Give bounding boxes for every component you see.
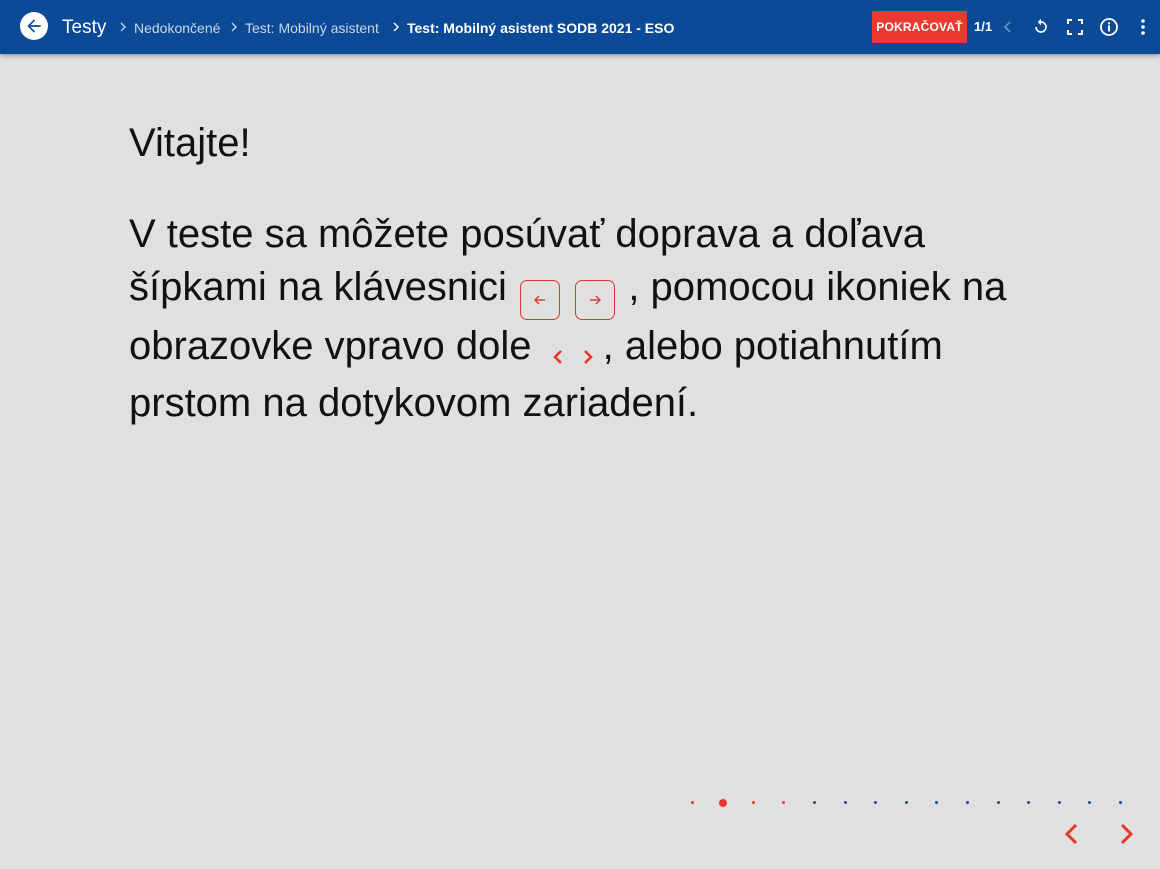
- breadcrumb-separator-icon: [231, 22, 237, 32]
- pagination-dot[interactable]: [843, 801, 847, 804]
- continue-button[interactable]: POKRAČOVAŤ: [872, 11, 967, 43]
- pagination-dot[interactable]: [718, 799, 727, 807]
- pagination-dot[interactable]: [1118, 801, 1122, 804]
- chevron-right-icon: [1120, 823, 1134, 845]
- slide-heading: Vitajte!: [129, 121, 251, 165]
- next-chevron-hint: [573, 337, 603, 377]
- chevron-left-icon: [1003, 21, 1011, 33]
- info-button[interactable]: [1098, 16, 1120, 38]
- pagination-dot[interactable]: [874, 801, 878, 804]
- back-button[interactable]: [20, 12, 48, 40]
- breadcrumb-separator-icon: [393, 22, 399, 32]
- pagination-dot[interactable]: [904, 801, 908, 804]
- next-slide-button[interactable]: [1112, 820, 1140, 848]
- pagination-dot[interactable]: [965, 801, 969, 804]
- more-vertical-icon: [1141, 19, 1145, 35]
- info-icon: [1100, 18, 1118, 36]
- top-bar: Testy Nedokončené Test: Mobilný asistent…: [0, 0, 1160, 54]
- more-options-button[interactable]: [1132, 16, 1154, 38]
- chevron-left-icon: [552, 349, 562, 364]
- slide-pagination: [680, 796, 1140, 810]
- breadcrumb-current: Test: Mobilný asistent SODB 2021 - ESO: [407, 20, 675, 36]
- previous-slide-button[interactable]: [1058, 820, 1086, 848]
- refresh-icon: [1035, 18, 1047, 33]
- pagination-dot[interactable]: [935, 801, 939, 804]
- restart-button[interactable]: [1030, 16, 1052, 38]
- arrow-left-icon: [534, 295, 546, 305]
- chevron-right-icon: [583, 349, 593, 364]
- pagination-dot[interactable]: [996, 801, 1000, 804]
- breadcrumb-unfinished[interactable]: Nedokončené: [134, 20, 220, 36]
- fullscreen-icon: [1067, 19, 1083, 35]
- app-title[interactable]: Testy: [62, 17, 106, 39]
- pagination-dot[interactable]: [1057, 801, 1061, 804]
- pagination-dot[interactable]: [1027, 801, 1031, 804]
- fullscreen-button[interactable]: [1064, 16, 1086, 38]
- arrow-left-icon: [27, 19, 41, 33]
- pagination-dot[interactable]: [782, 801, 786, 804]
- chevron-left-icon: [1064, 823, 1078, 845]
- arrow-right-icon: [590, 295, 602, 305]
- pagination-dot[interactable]: [690, 801, 694, 804]
- pagination-dot[interactable]: [1088, 801, 1092, 804]
- previous-page-button[interactable]: [997, 16, 1019, 38]
- slide-paragraph: V teste sa môžete posúvať doprava a doľa…: [129, 208, 1029, 429]
- breadcrumb-separator-icon: [120, 22, 126, 32]
- pagination-dot[interactable]: [812, 801, 816, 804]
- slide-content: Vitajte! V teste sa môžete posúvať dopra…: [129, 120, 1029, 429]
- breadcrumb-test-group[interactable]: Test: Mobilný asistent: [245, 20, 379, 36]
- left-arrow-key-hint: [520, 279, 561, 320]
- page-counter: 1/1: [974, 19, 993, 34]
- prev-chevron-hint: [543, 337, 573, 377]
- pagination-dot[interactable]: [751, 801, 755, 804]
- right-arrow-key-hint: [575, 279, 616, 320]
